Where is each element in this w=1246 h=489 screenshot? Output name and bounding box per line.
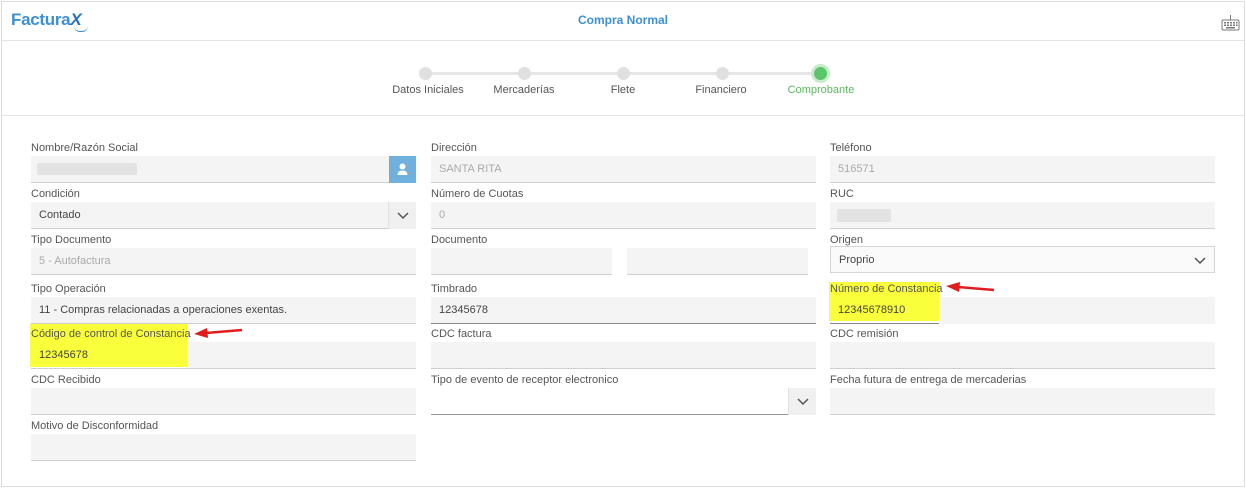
- direccion-label: Dirección: [431, 142, 477, 154]
- origen-dropdown-button[interactable]: [1186, 247, 1214, 272]
- motivo-input[interactable]: [31, 434, 416, 461]
- condicion-value: Contado: [39, 209, 81, 221]
- step-dot-mercaderias[interactable]: [518, 67, 531, 80]
- cdc-recibido-label: CDC Recibido: [31, 374, 101, 386]
- condicion-select[interactable]: Contado: [31, 202, 416, 229]
- page-title: Compra Normal: [577, 13, 669, 27]
- tipo-operacion-label: Tipo Operación: [31, 283, 106, 295]
- documento-input-2[interactable]: [627, 248, 808, 275]
- tipo-documento-value: 5 - Autofactura: [39, 255, 111, 267]
- ruc-redacted: [837, 209, 891, 222]
- tipo-documento-input[interactable]: 5 - Autofactura: [31, 248, 416, 275]
- fecha-futura-label: Fecha futura de entrega de mercaderias: [830, 374, 1027, 386]
- numero-constancia-input[interactable]: 12345678910: [830, 297, 1215, 324]
- arrow-codigo-control-icon: [194, 328, 243, 338]
- wizard-stepper: Datos Iniciales Mercaderías Flete Financ…: [1, 42, 1245, 116]
- cuotas-label: Número de Cuotas: [431, 188, 524, 200]
- codigo-control-bg: [187, 342, 416, 368]
- tipo-evento-dropdown-button[interactable]: [788, 388, 816, 415]
- telefono-value: 516571: [838, 163, 875, 175]
- ruc-input[interactable]: [830, 202, 1215, 229]
- tipo-evento-label: Tipo de evento de receptor electronico: [431, 374, 619, 386]
- numero-constancia-value: 12345678910: [838, 304, 906, 316]
- fecha-futura-input[interactable]: [830, 388, 1215, 415]
- direccion-input[interactable]: SANTA RITA: [431, 156, 816, 183]
- condicion-label: Condición: [31, 188, 80, 200]
- telefono-label: Teléfono: [830, 142, 872, 154]
- numero-constancia-label: Número de Constancia: [830, 283, 943, 295]
- numero-constancia-bg: [939, 297, 1215, 324]
- direccion-value: SANTA RITA: [439, 163, 502, 175]
- nombre-redacted: [37, 163, 137, 175]
- cdc-remision-label: CDC remisión: [830, 328, 899, 340]
- origen-select[interactable]: Proprio: [830, 246, 1215, 273]
- cdc-factura-input[interactable]: [431, 342, 816, 369]
- timbrado-label: Timbrado: [431, 283, 478, 295]
- header: FacturaX Compra Normal: [1, 1, 1245, 41]
- cuotas-input[interactable]: 0: [431, 202, 816, 229]
- motivo-label: Motivo de Disconformidad: [31, 420, 159, 432]
- arrow-numero-constancia-icon: [946, 282, 995, 292]
- timbrado-value: 12345678: [439, 304, 488, 316]
- nombre-input[interactable]: [31, 156, 416, 183]
- origen-value: Proprio: [839, 254, 875, 266]
- cdc-recibido-input[interactable]: [31, 388, 416, 415]
- documento-label: Documento: [431, 234, 488, 246]
- origen-label: Origen: [830, 234, 864, 246]
- chevron-down-icon: [1194, 257, 1206, 265]
- keyboard-icon[interactable]: [1221, 14, 1240, 31]
- tipo-operacion-value: 11 - Compras relacionadas a operaciones …: [39, 304, 288, 316]
- step-label-comprobante[interactable]: Comprobante: [761, 84, 881, 96]
- contact-button[interactable]: [389, 156, 416, 183]
- chevron-down-icon: [397, 212, 409, 220]
- codigo-control-value: 12345678: [39, 349, 88, 361]
- step-dot-flete[interactable]: [617, 67, 630, 80]
- timbrado-input[interactable]: 12345678: [431, 297, 816, 324]
- documento-input-1[interactable]: [431, 248, 612, 275]
- telefono-input[interactable]: 516571: [830, 156, 1215, 183]
- step-dot-datos-iniciales[interactable]: [419, 67, 432, 80]
- cuotas-value: 0: [439, 209, 446, 221]
- cdc-remision-input[interactable]: [830, 342, 1215, 369]
- step-dot-financiero[interactable]: [716, 67, 729, 80]
- tipo-documento-label: Tipo Documento: [31, 234, 112, 246]
- codigo-control-input[interactable]: 12345678: [31, 342, 416, 369]
- ruc-label: RUC: [830, 188, 854, 200]
- cdc-factura-label: CDC factura: [431, 328, 492, 340]
- condicion-dropdown-button[interactable]: [388, 202, 416, 229]
- tipo-evento-select[interactable]: [431, 388, 816, 415]
- person-icon: [397, 163, 408, 175]
- codigo-control-label: Código de control de Constancia: [31, 328, 191, 340]
- nombre-label: Nombre/Razón Social: [31, 142, 138, 154]
- tipo-operacion-input[interactable]: 11 - Compras relacionadas a operaciones …: [31, 297, 416, 324]
- step-dot-comprobante[interactable]: [814, 67, 827, 80]
- chevron-down-icon: [797, 398, 809, 406]
